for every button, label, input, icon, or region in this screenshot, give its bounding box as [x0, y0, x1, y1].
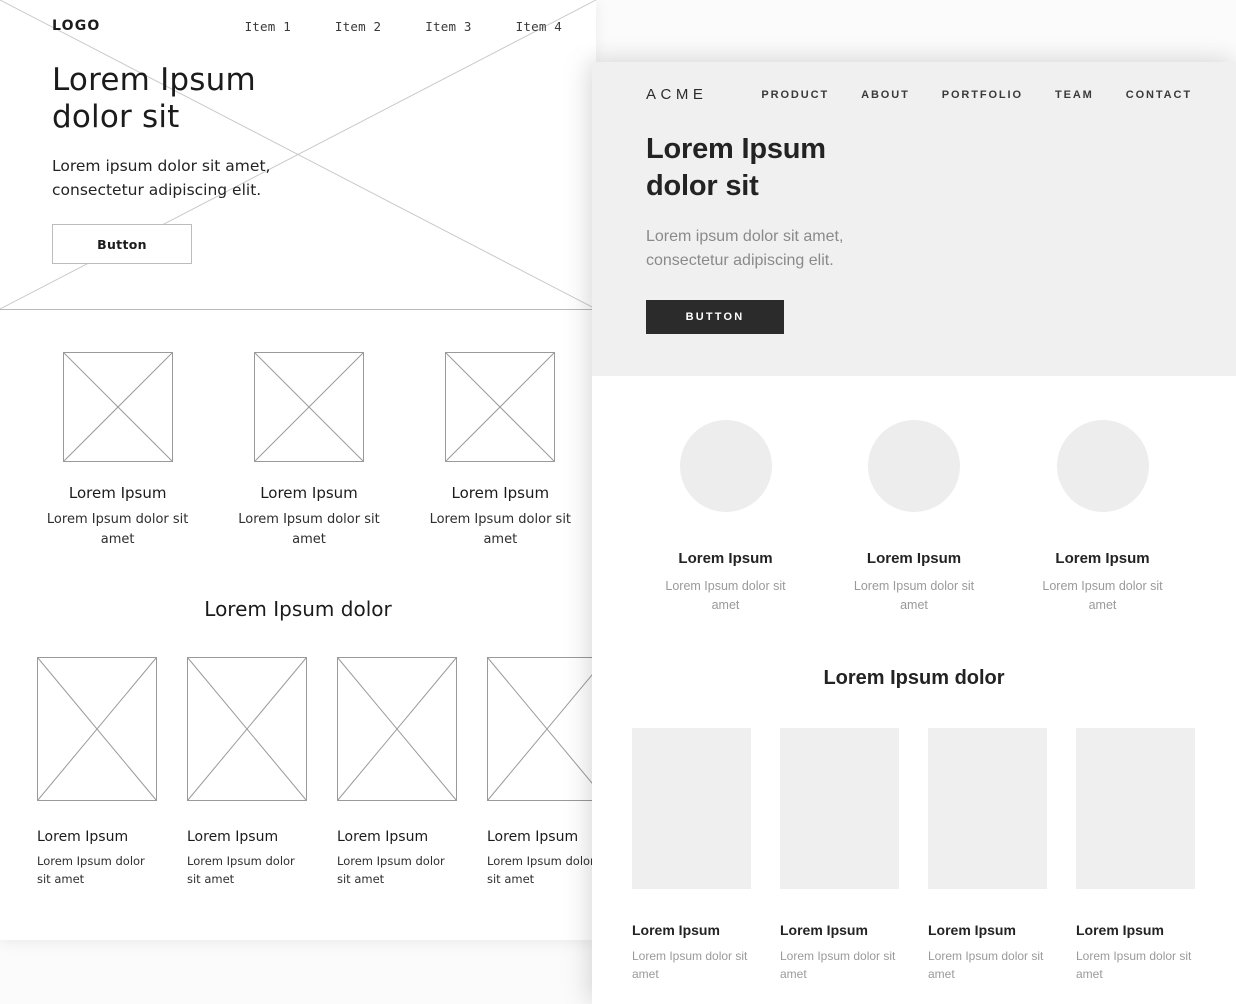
image-placeholder-block: [928, 728, 1047, 889]
design-gallery-card-title: Lorem Ipsum: [928, 922, 1047, 938]
design-hero-heading: Lorem Ipsum dolor sit: [646, 131, 1236, 205]
wireframe-nav-item-4[interactable]: Item 4: [516, 19, 562, 34]
wireframe-nav-item-1[interactable]: Item 1: [245, 19, 291, 34]
wireframe-gallery-card-desc: Lorem Ipsum dolor sit amet: [37, 853, 157, 889]
wireframe-feature-title: Lorem Ipsum: [405, 484, 596, 502]
wireframe-nav: Item 1 Item 2 Item 3 Item 4: [245, 19, 562, 34]
wireframe-section-title: Lorem Ipsum dolor: [0, 597, 596, 621]
wireframe-gallery-card-title: Lorem Ipsum: [37, 829, 157, 845]
circle-placeholder-icon: [868, 420, 960, 512]
wireframe-hero-subtext-line-1: Lorem ipsum dolor sit amet,: [52, 157, 270, 175]
design-nav-item-portfolio[interactable]: PORTFOLIO: [942, 89, 1023, 101]
design-feature-title: Lorem Ipsum: [1015, 550, 1190, 567]
wireframe-feature-desc: Lorem Ipsum dolor sit amet: [43, 510, 193, 549]
design-nav: PRODUCT ABOUT PORTFOLIO TEAM CONTACT: [761, 89, 1192, 101]
design-gallery-card-desc: Lorem Ipsum dolor sit amet: [780, 947, 899, 983]
design-gallery-card-title: Lorem Ipsum: [632, 922, 751, 938]
design-hero-heading-line-2: dolor sit: [646, 170, 759, 202]
image-placeholder-icon: [37, 657, 157, 801]
design-features-row: Lorem Ipsum Lorem Ipsum dolor sit amet L…: [592, 376, 1236, 615]
image-placeholder-icon: [487, 657, 596, 801]
image-placeholder-icon: [445, 352, 555, 462]
wireframe-logo[interactable]: LOGO: [52, 18, 101, 34]
design-mockup-panel: ACME PRODUCT ABOUT PORTFOLIO TEAM CONTAC…: [592, 62, 1236, 1004]
wireframe-hero-section: LOGO Item 1 Item 2 Item 3 Item 4 Lorem I…: [0, 0, 596, 310]
wireframe-gallery-card-desc: Lorem Ipsum dolor sit amet: [187, 853, 307, 889]
wireframe-nav-item-3[interactable]: Item 3: [425, 19, 471, 34]
design-gallery-card: Lorem Ipsum Lorem Ipsum dolor sit amet: [780, 728, 899, 983]
wireframe-hero-heading: Lorem Ipsum dolor sit: [52, 62, 596, 136]
wireframe-gallery-card-title: Lorem Ipsum: [337, 829, 457, 845]
image-placeholder-block: [1076, 728, 1195, 889]
wireframe-feature-item: Lorem Ipsum Lorem Ipsum dolor sit amet: [22, 352, 213, 549]
wireframe-hero-subtext-line-2: consectetur adipiscing elit.: [52, 181, 261, 199]
design-feature-item: Lorem Ipsum Lorem Ipsum dolor sit amet: [827, 420, 1002, 615]
wireframe-feature-title: Lorem Ipsum: [213, 484, 404, 502]
design-gallery-row: Lorem Ipsum Lorem Ipsum dolor sit amet L…: [592, 690, 1236, 983]
wireframe-gallery-card-desc: Lorem Ipsum dolor sit amet: [487, 853, 596, 889]
wireframe-feature-title: Lorem Ipsum: [22, 484, 213, 502]
design-gallery-card-desc: Lorem Ipsum dolor sit amet: [1076, 947, 1195, 983]
wireframe-mockup-panel: LOGO Item 1 Item 2 Item 3 Item 4 Lorem I…: [0, 0, 596, 940]
wireframe-gallery-card-desc: Lorem Ipsum dolor sit amet: [337, 853, 457, 889]
design-feature-item: Lorem Ipsum Lorem Ipsum dolor sit amet: [1015, 420, 1190, 615]
wireframe-topbar: LOGO Item 1 Item 2 Item 3 Item 4: [0, 0, 596, 34]
design-logo[interactable]: ACME: [646, 86, 707, 103]
design-hero-subtext-line-1: Lorem ipsum dolor sit amet,: [646, 228, 843, 245]
wireframe-features-row: Lorem Ipsum Lorem Ipsum dolor sit amet L…: [0, 310, 596, 549]
wireframe-feature-desc: Lorem Ipsum dolor sit amet: [425, 510, 575, 549]
wireframe-gallery-card: Lorem Ipsum Lorem Ipsum dolor sit amet: [487, 657, 596, 889]
design-nav-item-about[interactable]: ABOUT: [861, 89, 910, 101]
circle-placeholder-icon: [680, 420, 772, 512]
design-topbar: ACME PRODUCT ABOUT PORTFOLIO TEAM CONTAC…: [592, 62, 1236, 103]
image-placeholder-block: [632, 728, 751, 889]
design-feature-title: Lorem Ipsum: [827, 550, 1002, 567]
design-gallery-card: Lorem Ipsum Lorem Ipsum dolor sit amet: [632, 728, 751, 983]
design-nav-item-contact[interactable]: CONTACT: [1126, 89, 1192, 101]
design-hero-heading-line-1: Lorem Ipsum: [646, 133, 826, 165]
design-hero-section: ACME PRODUCT ABOUT PORTFOLIO TEAM CONTAC…: [592, 62, 1236, 376]
design-feature-item: Lorem Ipsum Lorem Ipsum dolor sit amet: [638, 420, 813, 615]
design-nav-item-team[interactable]: TEAM: [1055, 89, 1094, 101]
design-feature-desc: Lorem Ipsum dolor sit amet: [844, 577, 984, 615]
wireframe-hero-heading-line-1: Lorem Ipsum: [52, 62, 256, 98]
wireframe-hero-content: Lorem Ipsum dolor sit Lorem ipsum dolor …: [0, 34, 596, 264]
image-placeholder-icon: [187, 657, 307, 801]
wireframe-nav-item-2[interactable]: Item 2: [335, 19, 381, 34]
wireframe-gallery-card: Lorem Ipsum Lorem Ipsum dolor sit amet: [37, 657, 157, 889]
wireframe-feature-item: Lorem Ipsum Lorem Ipsum dolor sit amet: [213, 352, 404, 549]
wireframe-hero-subtext: Lorem ipsum dolor sit amet, consectetur …: [52, 154, 352, 202]
wireframe-gallery-card: Lorem Ipsum Lorem Ipsum dolor sit amet: [187, 657, 307, 889]
design-nav-item-product[interactable]: PRODUCT: [761, 89, 829, 101]
design-gallery-card: Lorem Ipsum Lorem Ipsum dolor sit amet: [928, 728, 1047, 983]
wireframe-feature-desc: Lorem Ipsum dolor sit amet: [234, 510, 384, 549]
design-gallery-card-desc: Lorem Ipsum dolor sit amet: [632, 947, 751, 983]
design-gallery-card-title: Lorem Ipsum: [1076, 922, 1195, 938]
design-gallery-card: Lorem Ipsum Lorem Ipsum dolor sit amet: [1076, 728, 1195, 983]
design-hero-content: Lorem Ipsum dolor sit Lorem ipsum dolor …: [592, 103, 1236, 334]
wireframe-gallery-row: Lorem Ipsum Lorem Ipsum dolor sit amet L…: [0, 621, 596, 889]
wireframe-gallery-card-title: Lorem Ipsum: [187, 829, 307, 845]
design-section-title: Lorem Ipsum dolor: [592, 667, 1236, 690]
image-placeholder-block: [780, 728, 899, 889]
design-feature-desc: Lorem Ipsum dolor sit amet: [1033, 577, 1173, 615]
wireframe-feature-item: Lorem Ipsum Lorem Ipsum dolor sit amet: [405, 352, 596, 549]
design-feature-desc: Lorem Ipsum dolor sit amet: [656, 577, 796, 615]
image-placeholder-icon: [63, 352, 173, 462]
wireframe-hero-heading-line-2: dolor sit: [52, 99, 180, 135]
circle-placeholder-icon: [1057, 420, 1149, 512]
design-hero-button[interactable]: BUTTON: [646, 300, 784, 334]
wireframe-gallery-card: Lorem Ipsum Lorem Ipsum dolor sit amet: [337, 657, 457, 889]
image-placeholder-icon: [254, 352, 364, 462]
design-hero-subtext: Lorem ipsum dolor sit amet, consectetur …: [646, 225, 946, 275]
image-placeholder-icon: [337, 657, 457, 801]
wireframe-gallery-card-title: Lorem Ipsum: [487, 829, 596, 845]
design-hero-subtext-line-2: consectetur adipiscing elit.: [646, 252, 834, 269]
design-gallery-card-title: Lorem Ipsum: [780, 922, 899, 938]
design-gallery-card-desc: Lorem Ipsum dolor sit amet: [928, 947, 1047, 983]
wireframe-hero-button[interactable]: Button: [52, 224, 192, 264]
design-feature-title: Lorem Ipsum: [638, 550, 813, 567]
